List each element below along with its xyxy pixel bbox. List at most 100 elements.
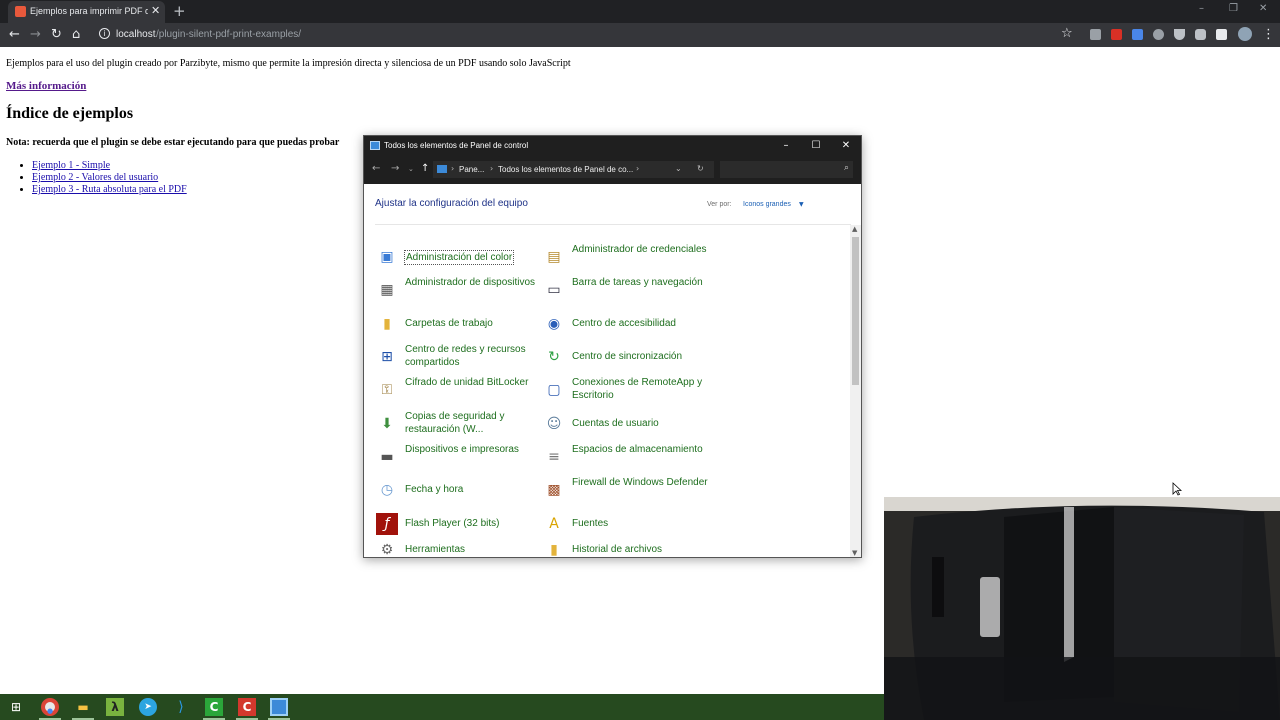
search-input[interactable]: ⌕ <box>720 161 853 178</box>
control-panel-item[interactable]: ⚿ Cifrado de unidad BitLocker <box>376 375 541 405</box>
webcam-overlay <box>884 497 1280 720</box>
example-link[interactable]: Ejemplo 2 - Valores del usuario <box>32 172 158 183</box>
browser-tab[interactable]: Ejemplos para imprimir PDF dire ✕ <box>8 1 165 23</box>
control-panel-item[interactable]: ▮ Carpetas de trabajo <box>376 309 541 339</box>
refresh-icon[interactable]: ↻ <box>697 164 704 173</box>
control-panel-item-label: Dispositivos e impresoras <box>405 444 519 455</box>
scroll-down-arrow-icon[interactable]: ▼ <box>852 549 857 557</box>
control-panel-item-label: Conexiones de RemoteApp y Escritorio <box>572 377 703 401</box>
menu-kebab-icon[interactable]: ⋮ <box>1262 27 1275 42</box>
camtasia-recorder-icon[interactable]: C <box>238 698 256 716</box>
address-path[interactable]: › Pane... › Todos los elementos de Panel… <box>433 161 714 178</box>
network-center-icon: ⊞ <box>381 349 393 365</box>
storage-spaces-icon: ≡ <box>548 449 560 465</box>
example-link[interactable]: Ejemplo 3 - Ruta absoluta para el PDF <box>32 184 187 195</box>
taskbar-icon: ▭ <box>547 282 561 298</box>
control-panel-item[interactable]: ⊞ Centro de redes y recursos compartidos <box>376 342 541 372</box>
control-panel-item[interactable]: ≡ Espacios de almacenamiento <box>543 442 708 472</box>
control-panel-item[interactable]: ▢ Conexiones de RemoteApp y Escritorio <box>543 375 708 405</box>
control-panel-item[interactable]: ☺ Cuentas de usuario <box>543 409 708 439</box>
search-icon: ⌕ <box>843 163 849 173</box>
bitlocker-icon: ⚿ <box>381 382 393 398</box>
view-by-select[interactable]: Iconos grandes <box>743 201 791 208</box>
bookmark-star-icon[interactable]: ☆ <box>1061 26 1073 41</box>
printer-photo <box>884 497 1280 720</box>
close-icon[interactable]: ✕ <box>831 138 861 154</box>
forward-arrow-icon[interactable]: → <box>30 27 41 42</box>
control-panel-item[interactable]: ▮ Historial de archivos <box>543 535 708 565</box>
chrome-icon[interactable]: ● <box>41 698 59 716</box>
lambda-app-icon[interactable]: λ <box>106 698 124 716</box>
remoteapp-icon: ▢ <box>547 382 561 398</box>
control-panel-item-label: Firewall de Windows Defender <box>572 477 708 488</box>
extension-icon[interactable] <box>1153 29 1164 40</box>
forward-arrow-icon[interactable]: → <box>391 163 399 174</box>
window-titlebar[interactable]: Todos los elementos de Panel de control … <box>364 136 861 156</box>
site-info-icon[interactable]: i <box>99 28 110 39</box>
chevron-down-icon[interactable]: ⌄ <box>675 164 682 173</box>
telegram-icon[interactable]: ➤ <box>139 698 157 716</box>
control-panel-item[interactable]: ▭ Barra de tareas y navegación <box>543 275 708 305</box>
extension-icon[interactable] <box>1090 29 1101 40</box>
extension-icon[interactable] <box>1132 29 1143 40</box>
more-info-link[interactable]: Más información <box>6 80 86 92</box>
back-arrow-icon[interactable]: ← <box>372 163 380 174</box>
new-tab-button[interactable]: + <box>173 2 186 20</box>
extension-icon[interactable] <box>1174 29 1185 40</box>
control-panel-item[interactable]: ↻ Centro de sincronización <box>543 342 708 372</box>
divider <box>375 224 851 225</box>
control-panel-item[interactable]: ▣ Administración del color <box>376 242 541 272</box>
close-window-icon[interactable]: ✕ <box>1259 3 1267 14</box>
profile-avatar[interactable] <box>1238 27 1252 41</box>
control-panel-item-label: Barra de tareas y navegación <box>572 277 703 288</box>
vertical-scrollbar[interactable]: ▲ ▼ <box>850 225 861 557</box>
browser-toolbar: ← → ↻ ⌂ i localhost /plugin-silent-pdf-p… <box>0 23 1280 47</box>
example-link[interactable]: Ejemplo 1 - Simple <box>32 160 110 171</box>
color-management-icon: ▣ <box>380 249 394 265</box>
control-panel-item[interactable]: ▬ Dispositivos e impresoras <box>376 442 541 472</box>
address-bar[interactable]: i localhost /plugin-silent-pdf-print-exa… <box>95 25 1085 45</box>
scroll-up-arrow-icon[interactable]: ▲ <box>852 225 857 233</box>
start-button[interactable]: ⊞ <box>7 698 25 716</box>
credential-manager-icon: ▤ <box>547 249 561 265</box>
minimize-window-icon[interactable]: – <box>1199 3 1204 14</box>
maximize-window-icon[interactable]: ❐ <box>1229 3 1238 14</box>
puzzle-extensions-icon[interactable] <box>1216 29 1227 40</box>
maximize-icon[interactable]: ☐ <box>801 138 831 154</box>
view-by-label: Ver por: <box>707 201 732 208</box>
extension-icon[interactable] <box>1111 29 1122 40</box>
favicon-icon <box>15 6 26 17</box>
tools-icon: ⚙ <box>380 542 394 558</box>
minimize-icon[interactable]: – <box>771 138 801 154</box>
control-panel-item[interactable]: ⚙ Herramientas <box>376 535 541 565</box>
list-item: Ejemplo 2 - Valores del usuario <box>32 172 187 184</box>
intro-text: Ejemplos para el uso del plugin creado p… <box>6 58 571 69</box>
camtasia-icon[interactable]: C <box>205 698 223 716</box>
vscode-icon[interactable]: ⟩ <box>172 698 190 716</box>
control-panel-item-label: Centro de sincronización <box>572 351 683 362</box>
firewall-icon: ▩ <box>547 482 561 498</box>
control-panel-item-label: Administración del color <box>404 250 515 265</box>
fonts-icon: A <box>549 516 559 532</box>
back-arrow-icon[interactable]: ← <box>9 27 20 42</box>
dropdown-arrow-icon[interactable]: ▼ <box>799 201 804 208</box>
control-panel-item[interactable]: ◷ Fecha y hora <box>376 475 541 505</box>
control-panel-item[interactable]: ▩ Firewall de Windows Defender <box>543 475 708 505</box>
recent-locations-chevron-icon[interactable]: ⌄ <box>408 165 414 173</box>
breadcrumb-item[interactable]: Todos los elementos de Panel de co... <box>498 165 633 174</box>
control-panel-item[interactable]: ⬇ Copias de seguridad y restauración (W..… <box>376 409 541 439</box>
reload-icon[interactable]: ↻ <box>51 27 62 42</box>
scrollbar-thumb[interactable] <box>852 237 859 385</box>
control-panel-icon[interactable] <box>270 698 288 716</box>
control-panel-item-label: Espacios de almacenamiento <box>572 444 703 455</box>
breadcrumb-item[interactable]: Pane... <box>459 165 484 174</box>
tab-close-icon[interactable]: ✕ <box>151 4 160 17</box>
control-panel-item[interactable]: ▦ Administrador de dispositivos <box>376 275 541 305</box>
control-panel-item[interactable]: ▤ Administrador de credenciales <box>543 242 708 272</box>
screenshot-icon[interactable] <box>1195 29 1206 40</box>
address-toolbar: ← → ⌄ ↑ › Pane... › Todos los elementos … <box>364 156 861 184</box>
control-panel-item[interactable]: ◉ Centro de accesibilidad <box>543 309 708 339</box>
up-arrow-icon[interactable]: ↑ <box>421 163 429 174</box>
file-explorer-icon[interactable]: ▬ <box>74 698 92 716</box>
home-icon[interactable]: ⌂ <box>72 27 80 42</box>
